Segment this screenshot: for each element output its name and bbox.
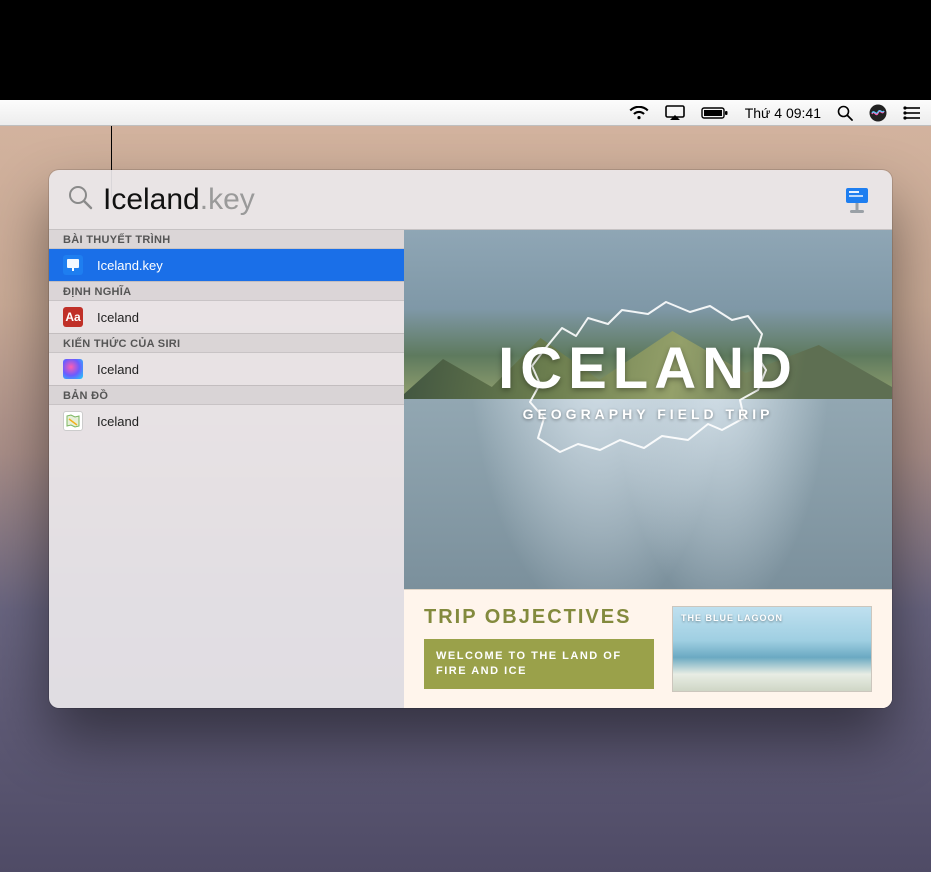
wifi-icon[interactable] [629,106,649,120]
preview-slide-1: ICELAND GEOGRAPHY FIELD TRIP [404,230,892,589]
search-query-base: Iceland [103,183,200,216]
results-category-definition: ĐỊNH NGHĨA [49,281,404,301]
spotlight-preview-pane: ICELAND GEOGRAPHY FIELD TRIP TRIP OBJECT… [404,230,892,708]
slide2-thumb-caption: THE BLUE LAGOON [681,613,783,624]
battery-icon[interactable] [701,106,729,120]
keynote-app-icon [840,183,874,217]
dictionary-icon: Aa [63,307,83,327]
airplay-icon[interactable] [665,105,685,121]
menubar: Thứ 4 09:41 [0,100,931,126]
spotlight-results-sidebar: BÀI THUYẾT TRÌNH Iceland.key ĐỊNH NGHĨA … [49,230,404,708]
result-iceland-key[interactable]: Iceland.key [49,249,404,281]
keynote-file-icon [63,255,83,275]
menubar-datetime[interactable]: Thứ 4 09:41 [745,105,821,121]
spotlight-search-row: Iceland.key [49,170,892,230]
spotlight-search-input[interactable]: Iceland.key [103,183,840,217]
results-category-maps: BẢN ĐỒ [49,385,404,405]
document-topband [0,0,931,100]
search-query-ext: .key [200,183,255,216]
siri-knowledge-icon [63,359,83,379]
result-label: Iceland [97,310,139,325]
results-category-siri: KIẾN THỨC CỦA SIRI [49,333,404,353]
slide2-banner: WELCOME TO THE LAND OF FIRE AND ICE [424,639,654,689]
slide2-heading: TRIP OBJECTIVES [424,606,654,629]
result-label: Iceland [97,414,139,429]
siri-menu-icon[interactable] [869,104,887,122]
result-siri-iceland[interactable]: Iceland [49,353,404,385]
result-label: Iceland.key [97,258,163,273]
result-maps-iceland[interactable]: Iceland [49,405,404,437]
search-icon [67,184,93,215]
result-definition-iceland[interactable]: Aa Iceland [49,301,404,333]
maps-icon [63,411,83,431]
results-category-presentations: BÀI THUYẾT TRÌNH [49,230,404,249]
notification-center-icon[interactable] [903,106,921,120]
slide2-thumbnail: THE BLUE LAGOON [672,606,872,692]
spotlight-menu-icon[interactable] [837,105,853,121]
preview-slide-2: TRIP OBJECTIVES WELCOME TO THE LAND OF F… [404,589,892,708]
slide1-title: ICELAND [404,335,892,402]
slide1-subtitle: GEOGRAPHY FIELD TRIP [404,406,892,422]
result-label: Iceland [97,362,139,377]
spotlight-window: Iceland.key BÀI THUYẾT TRÌNH Iceland.key… [49,170,892,708]
